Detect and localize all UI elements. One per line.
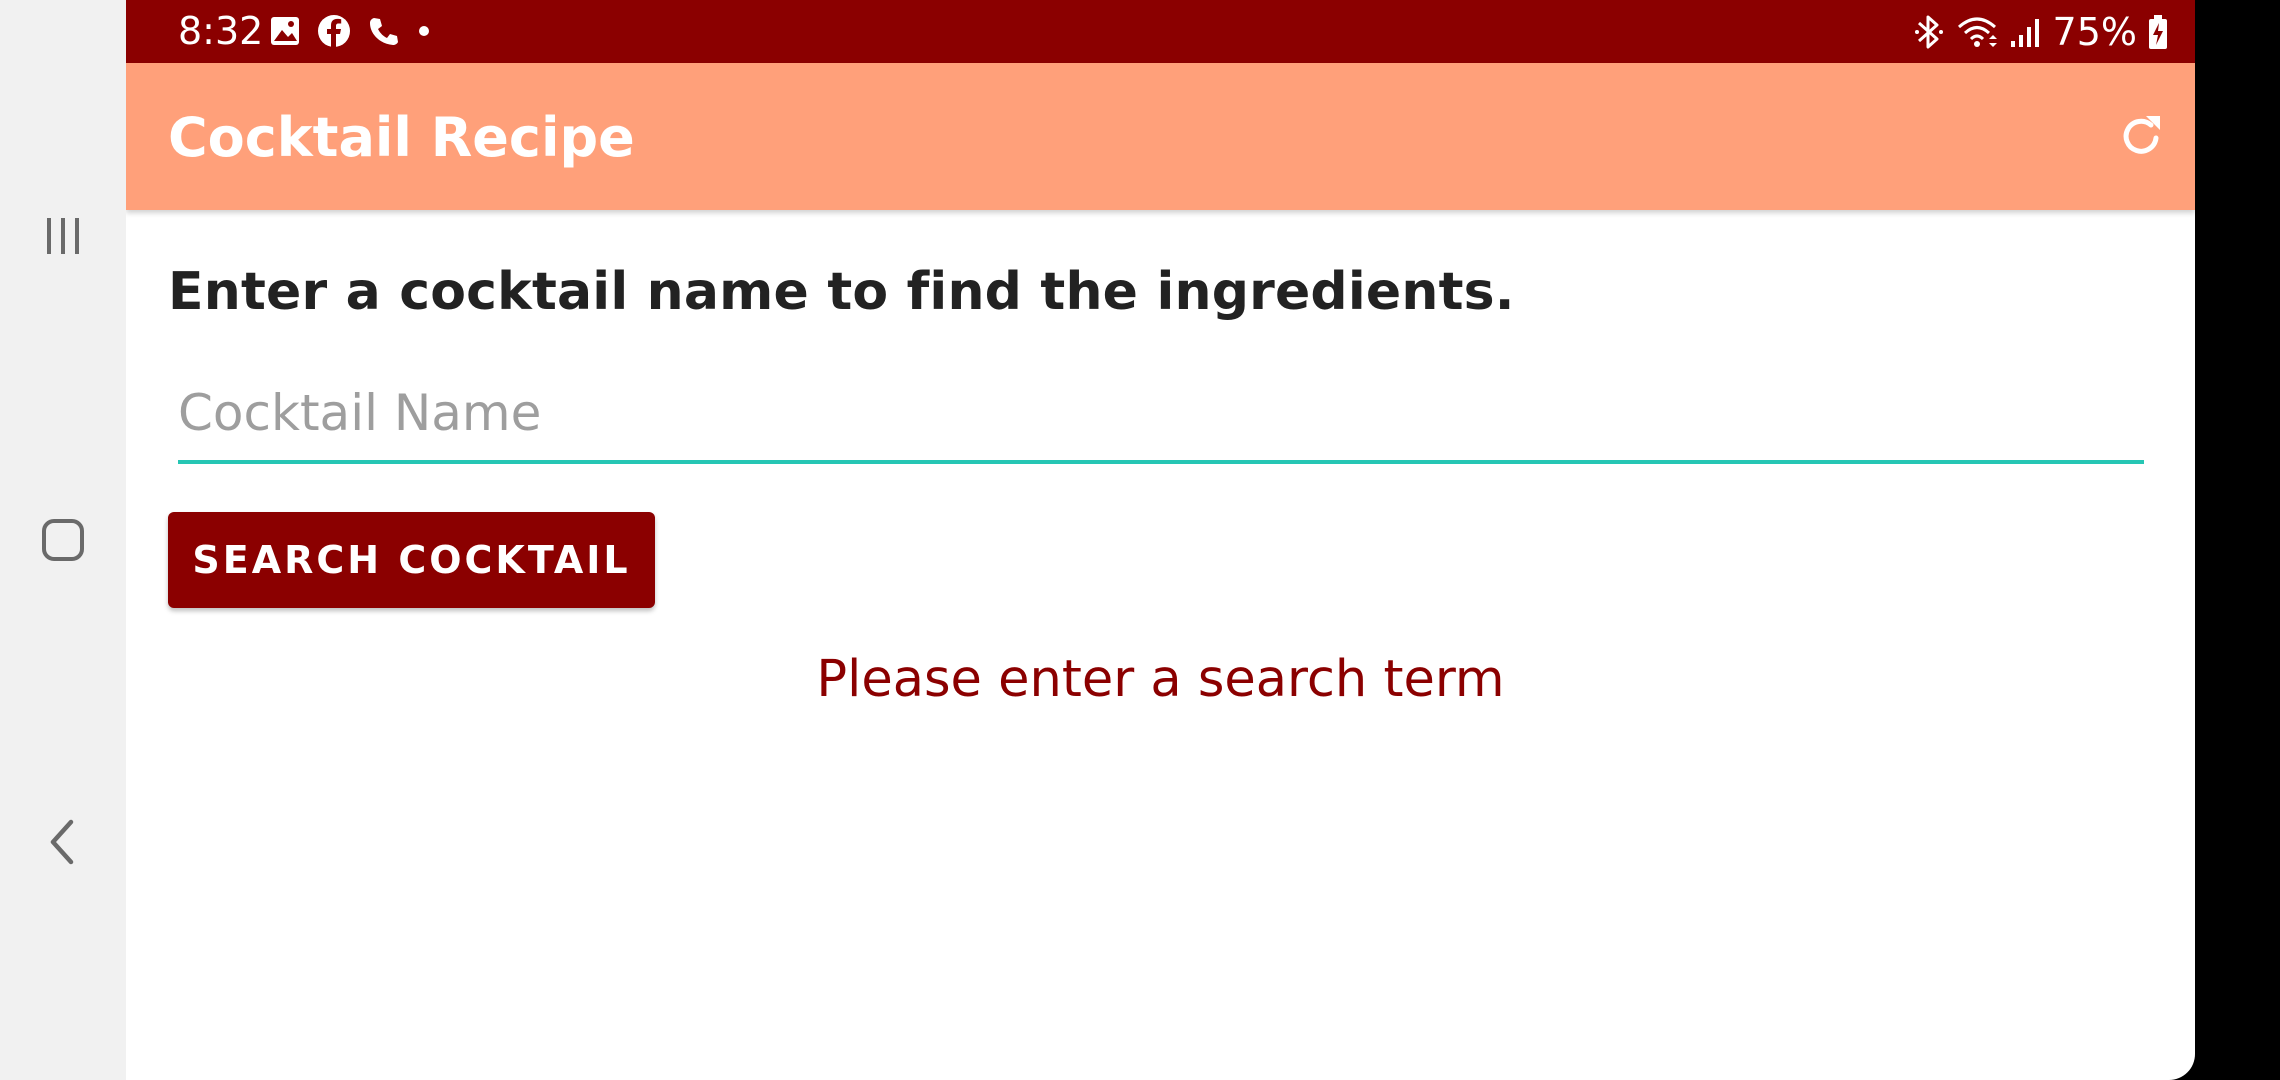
home-icon [42,519,84,561]
status-bar: 8:32 75% [126,0,2195,63]
status-time: 8:32 [178,9,264,53]
wifi-icon [1957,17,1997,47]
notification-icons [268,13,434,49]
refresh-icon [2123,116,2160,154]
app-title: Cocktail Recipe [168,106,635,169]
signal-icon [2010,18,2039,47]
system-navigation-bar [0,0,126,1080]
home-button[interactable] [0,480,126,600]
battery-percentage: 75% [2052,9,2137,54]
gallery-icon [271,17,299,45]
battery-charging-icon [2149,14,2167,49]
back-button[interactable] [0,782,126,902]
search-cocktail-button[interactable]: SEARCH COCKTAIL [168,512,655,608]
back-icon [50,819,74,865]
refresh-button[interactable] [2111,107,2171,167]
recents-button[interactable] [0,176,126,296]
facebook-icon [318,15,350,47]
dot-icon [419,26,429,36]
system-status-icons: 75% [1913,0,2169,63]
bluetooth-icon [1914,15,1943,48]
error-message: Please enter a search term [816,650,1505,709]
phone-icon [370,18,398,45]
cocktail-name-input[interactable] [178,370,2144,456]
instruction-text: Enter a cocktail name to find the ingred… [168,262,1515,322]
app-screen: 8:32 75% Cocktail Recipe Enter a cocktai… [126,0,2195,1080]
recents-icon [47,218,79,254]
cocktail-name-field [178,370,2144,464]
app-toolbar: Cocktail Recipe [126,63,2195,210]
